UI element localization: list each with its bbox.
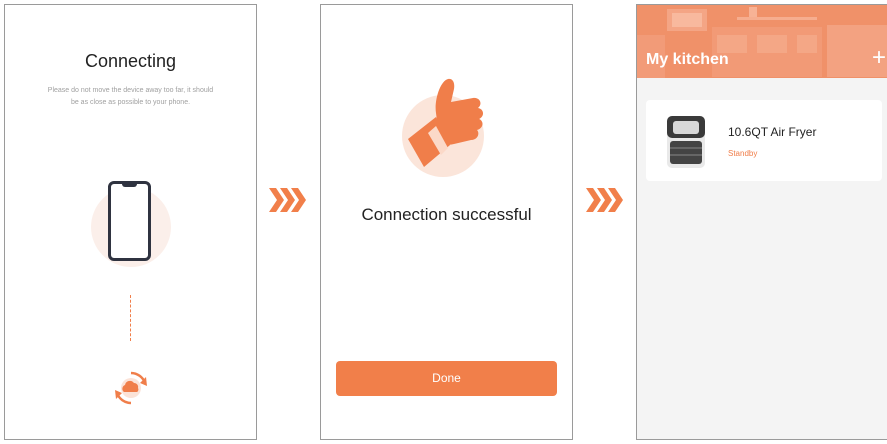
success-screen: Connection successful Done	[320, 4, 573, 440]
kitchen-title: My kitchen	[646, 51, 729, 68]
thumbs-up-icon	[402, 78, 484, 177]
connection-dashed-line	[130, 295, 131, 341]
done-button[interactable]: Done	[336, 361, 557, 396]
device-name: 10.6QT Air Fryer	[728, 125, 817, 139]
kitchen-header: My kitchen +	[637, 5, 887, 78]
phone-icon	[108, 181, 151, 261]
air-fryer-icon	[667, 116, 705, 168]
device-status: Standby	[728, 149, 758, 158]
chevron-right-icon	[269, 188, 306, 212]
connecting-title: Connecting	[84, 51, 177, 71]
chevron-right-icon	[586, 188, 623, 212]
kitchen-screen: My kitchen + 10.6QT Air Fryer Standby	[636, 4, 887, 440]
connecting-subtitle: Please do not move the device away too f…	[47, 87, 214, 106]
device-card[interactable]: 10.6QT Air Fryer Standby	[646, 100, 882, 181]
connecting-screen: Connecting Please do not move the device…	[4, 4, 257, 440]
cloud-sync-icon	[115, 371, 147, 405]
plus-icon[interactable]: +	[872, 46, 886, 70]
connection-success-message: Connection successful	[361, 205, 532, 224]
